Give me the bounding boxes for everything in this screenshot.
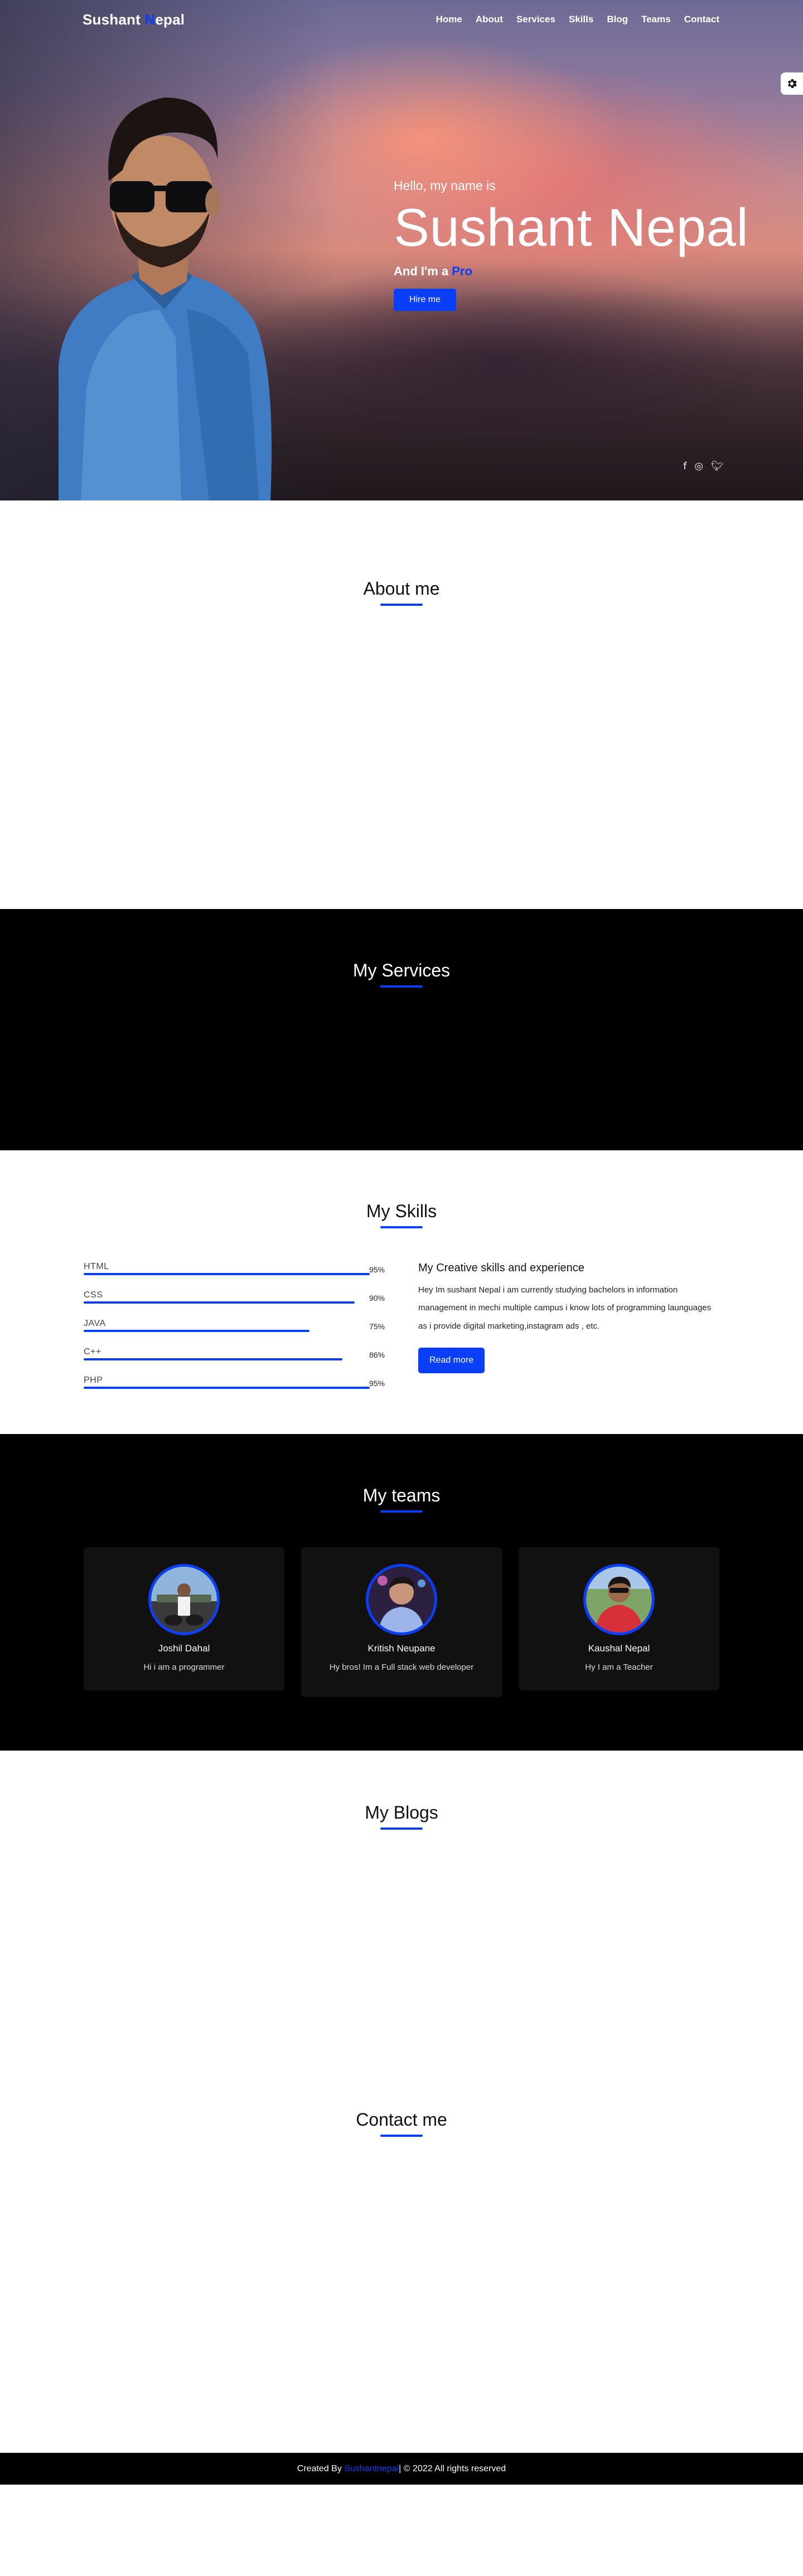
avatar-image — [586, 1567, 652, 1632]
instagram-icon[interactable]: ◎ — [694, 460, 703, 472]
skill-progress-bar — [84, 1358, 343, 1360]
nav-about[interactable]: About — [476, 14, 503, 25]
settings-toggle-button[interactable] — [781, 72, 803, 95]
title-underline — [380, 1226, 423, 1228]
footer: Created By Sushantnepal | © 2022 All rig… — [0, 2453, 803, 2485]
about-title: About me — [363, 579, 440, 599]
read-more-button[interactable]: Read more — [418, 1347, 485, 1373]
team-member-name: Kritish Neupane — [367, 1643, 436, 1654]
nav-contact[interactable]: Contact — [684, 14, 719, 25]
title-underline — [380, 1827, 423, 1830]
skill-name: HTML — [84, 1262, 109, 1271]
footer-suffix: | © 2022 All rights reserved — [399, 2463, 506, 2473]
skill-item: JAVA 75% — [84, 1319, 385, 1347]
title-underline — [380, 2135, 423, 2137]
title-underline — [380, 985, 423, 988]
skills-paragraph: Hey Im sushant Nepal i am currently stud… — [418, 1285, 712, 1331]
navbar: Sushant Nepal Home About Services Skills… — [0, 0, 803, 39]
skill-progress-bar — [84, 1330, 309, 1332]
skill-name: PHP — [84, 1376, 103, 1385]
hire-me-button[interactable]: Hire me — [394, 288, 457, 311]
team-card: Joshil Dahal Hi i am a programmer — [84, 1547, 284, 1691]
skill-progress-bar — [84, 1273, 370, 1275]
hero-section: Sushant Nepal Home About Services Skills… — [0, 0, 803, 500]
title-underline — [380, 604, 423, 606]
twitter-icon[interactable]: 🐦︎ — [711, 460, 724, 472]
nav-home[interactable]: Home — [436, 14, 462, 25]
hero-role-prefix: And I'm a — [394, 264, 452, 278]
nav-services[interactable]: Services — [516, 14, 555, 25]
avatar-image — [369, 1567, 434, 1632]
skills-description: My Creative skills and experience Hey Im… — [418, 1262, 719, 1404]
hero-role-typed: Pro — [452, 264, 472, 278]
blogs-section: My Blogs — [0, 1751, 803, 2110]
skill-bars: HTML 95% CSS 90% JAVA 75% C++ 86% PHP 95… — [84, 1262, 385, 1404]
brand-accent: N — [144, 11, 156, 28]
skill-item: PHP 95% — [84, 1376, 385, 1404]
skill-item: C++ 86% — [84, 1347, 385, 1376]
teams-title: My teams — [362, 1485, 441, 1505]
hero-intro: Hello, my name is Sushant Nepal And I'm … — [394, 178, 748, 311]
team-member-desc: Hy bros! Im a Full stack web developer — [329, 1663, 474, 1672]
skills-heading: My Creative skills and experience — [418, 1262, 584, 1274]
services-title: My Services — [352, 960, 451, 980]
hero-role: And I'm a Pro — [394, 264, 748, 279]
brand-rest: epal — [155, 11, 185, 28]
contact-title: Contact me — [356, 2110, 447, 2130]
skill-percent: 86% — [369, 1350, 385, 1359]
team-member-name: Kaushal Nepal — [588, 1643, 650, 1654]
team-card: Kritish Neupane Hy bros! Im a Full stack… — [301, 1547, 502, 1698]
contact-section: Contact me — [0, 2110, 803, 2453]
nav-menu: Home About Services Skills Blog Teams Co… — [436, 14, 719, 25]
skills-title: My Skills — [366, 1201, 437, 1221]
skills-section: My Skills HTML 95% CSS 90% JAVA 75% C++ … — [0, 1150, 803, 1434]
services-section: My Services — [0, 909, 803, 1150]
avatar-image — [151, 1567, 217, 1632]
brand-logo[interactable]: Sushant Nepal — [83, 11, 185, 28]
skill-progress-bar — [84, 1301, 355, 1304]
hero-portrait — [59, 98, 272, 500]
skill-name: CSS — [84, 1290, 103, 1300]
title-underline — [380, 1510, 423, 1513]
brand-first: Sushant — [83, 11, 145, 28]
blogs-title: My Blogs — [365, 1802, 438, 1822]
hero-greeting: Hello, my name is — [394, 178, 496, 193]
skill-name: JAVA — [84, 1319, 106, 1328]
skill-percent: 75% — [369, 1322, 385, 1331]
footer-prefix: Created By — [297, 2463, 342, 2473]
about-section: About me — [0, 500, 803, 909]
avatar — [366, 1564, 437, 1635]
skill-percent: 95% — [369, 1265, 385, 1274]
team-cards: Joshil Dahal Hi i am a programmer Kritis… — [84, 1547, 719, 1698]
skill-percent: 90% — [369, 1294, 385, 1302]
nav-blog[interactable]: Blog — [607, 14, 628, 25]
skill-item: CSS 90% — [84, 1290, 385, 1319]
gear-icon — [788, 79, 797, 88]
footer-author-link[interactable]: Sushantnepal — [344, 2464, 399, 2474]
team-member-desc: Hy I am a Teacher — [585, 1663, 653, 1672]
skill-item: HTML 95% — [84, 1262, 385, 1290]
nav-teams[interactable]: Teams — [641, 14, 671, 25]
team-member-desc: Hi i am a programmer — [143, 1663, 225, 1672]
team-member-name: Joshil Dahal — [158, 1643, 210, 1654]
hero-name: Sushant Nepal — [394, 198, 749, 257]
avatar — [148, 1564, 220, 1635]
skills-content: HTML 95% CSS 90% JAVA 75% C++ 86% PHP 95… — [84, 1262, 719, 1404]
skill-percent: 95% — [369, 1379, 385, 1388]
skill-progress-bar — [84, 1387, 370, 1389]
teams-section: My teams Joshil Dahal Hi i am a programm… — [0, 1434, 803, 1751]
team-card: Kaushal Nepal Hy I am a Teacher — [519, 1547, 719, 1691]
nav-skills[interactable]: Skills — [569, 14, 593, 25]
skill-name: C++ — [84, 1347, 101, 1357]
social-links: f ◎ 🐦︎ — [683, 460, 724, 472]
avatar — [583, 1564, 655, 1635]
facebook-icon[interactable]: f — [683, 460, 686, 472]
